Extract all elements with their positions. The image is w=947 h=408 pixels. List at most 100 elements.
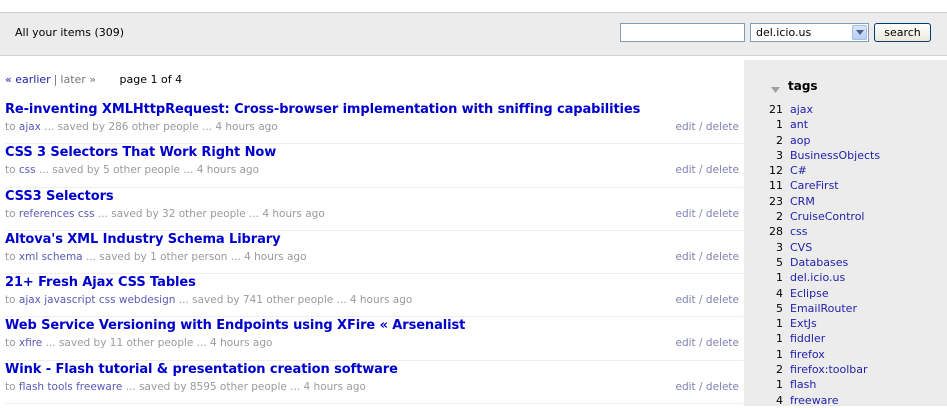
tag-count: 12 (769, 164, 783, 178)
tag-row: 5 Databases (744, 255, 947, 270)
edit-link[interactable]: edit (676, 381, 696, 393)
edit-link[interactable]: edit (676, 337, 696, 349)
delete-link[interactable]: delete (706, 164, 739, 176)
delete-link[interactable]: delete (706, 208, 739, 220)
item-actions: edit / delete (676, 164, 740, 176)
item-actions: edit / delete (676, 121, 740, 133)
tag-count: 2 (776, 133, 783, 147)
tag-row: 28 css (744, 224, 947, 239)
tag-count: 1 (776, 347, 783, 361)
delete-link[interactable]: delete (706, 251, 739, 263)
bookmark-tags[interactable]: ajax javascript css webdesign (19, 294, 176, 306)
tag-count: 1 (776, 378, 783, 392)
earlier-link[interactable]: « earlier (5, 73, 51, 86)
tag-row: 1 fiddler (744, 331, 947, 346)
bookmark-tags[interactable]: flash tools freeware (19, 381, 122, 393)
tag-link[interactable]: aop (790, 134, 810, 147)
items-count-label: All your items (309) (15, 26, 125, 39)
tag-link[interactable]: css (790, 225, 808, 238)
meta-to: to (5, 250, 16, 263)
tag-link[interactable]: BusinessObjects (790, 149, 880, 162)
tag-count: 5 (776, 301, 783, 315)
edit-link[interactable]: edit (676, 208, 696, 220)
bookmark-title-link[interactable]: Altova's XML Industry Schema Library (5, 232, 281, 247)
tags-heading: tags (788, 79, 818, 93)
delete-link[interactable]: delete (706, 294, 739, 306)
tag-row: 1 ant (744, 117, 947, 132)
tag-row: 1 flash (744, 377, 947, 392)
bookmark-title-link[interactable]: Re-inventing XMLHttpRequest: Cross-brows… (5, 102, 640, 117)
action-separator: / (699, 207, 703, 220)
item-actions: edit / delete (676, 251, 740, 263)
bookmark-title-link[interactable]: Wink - Flash tutorial & presentation cre… (5, 362, 398, 377)
bookmark-title-link[interactable]: CSS3 Selectors (5, 189, 114, 204)
tag-link[interactable]: EmailRouter (790, 302, 857, 315)
tag-row: 23 CRM (744, 194, 947, 209)
page-indicator: page 1 of 4 (119, 73, 183, 86)
item-actions: edit / delete (676, 337, 740, 349)
tag-count: 3 (776, 148, 783, 162)
action-separator: / (699, 337, 703, 350)
collapse-triangle-icon[interactable] (771, 84, 780, 97)
bookmark-tags[interactable]: references css (19, 208, 95, 220)
tag-link[interactable]: CVS (790, 241, 812, 254)
edit-link[interactable]: edit (676, 121, 696, 133)
list-item: CSS3 Selectors to references css ... sav… (5, 188, 743, 231)
tag-row: 3 BusinessObjects (744, 148, 947, 163)
edit-link[interactable]: edit (676, 294, 696, 306)
tag-link[interactable]: firefox (790, 348, 825, 361)
edit-link[interactable]: edit (676, 164, 696, 176)
list-item: Wink - Flash tutorial & presentation cre… (5, 361, 743, 405)
delete-link[interactable]: delete (706, 337, 739, 349)
item-actions: edit / delete (676, 208, 740, 220)
search-input[interactable] (620, 23, 745, 42)
bookmark-tags[interactable]: ajax (19, 121, 41, 133)
tag-count: 1 (776, 271, 783, 285)
meta-saved: ... saved by 1 other person ... 4 hours … (85, 250, 307, 263)
search-button[interactable]: search (874, 23, 931, 42)
tag-count: 3 (776, 240, 783, 254)
bookmark-tags[interactable]: css (19, 164, 36, 176)
tag-link[interactable]: CRM (790, 195, 815, 208)
bookmark-meta: to ajax javascript css webdesign ... sav… (5, 294, 412, 306)
tag-link[interactable]: fiddler (790, 332, 825, 345)
service-select[interactable]: del.icio.us (750, 23, 869, 42)
tag-count: 1 (776, 332, 783, 346)
action-separator: / (699, 380, 703, 393)
tag-link[interactable]: del.icio.us (790, 271, 845, 284)
meta-to: to (5, 207, 16, 220)
tag-link[interactable]: ExtJs (790, 317, 817, 330)
service-select-value: del.icio.us (756, 26, 812, 39)
delete-link[interactable]: delete (706, 121, 739, 133)
bookmark-meta: to references css ... saved by 32 other … (5, 208, 325, 220)
bookmark-title-link[interactable]: Web Service Versioning with Endpoints us… (5, 318, 465, 333)
tag-link[interactable]: CruiseControl (790, 210, 865, 223)
later-link[interactable]: later » (60, 73, 96, 86)
tag-link[interactable]: Eclipse (790, 287, 829, 300)
tag-row: 12 C# (744, 163, 947, 178)
tag-link[interactable]: ajax (790, 103, 813, 116)
meta-saved: ... saved by 8595 other people ... 4 hou… (125, 380, 366, 393)
tag-link[interactable]: firefox:toolbar (790, 363, 868, 376)
tag-row: 1 firefox (744, 347, 947, 362)
edit-link[interactable]: edit (676, 251, 696, 263)
tag-link[interactable]: Databases (790, 256, 848, 269)
tag-count: 21 (769, 103, 783, 116)
delete-link[interactable]: delete (706, 381, 739, 393)
tag-list: 21 ajax 1 ant 2 aop 3 BusinessObjects 12 C# 1… (744, 102, 947, 408)
tag-row: 5 EmailRouter (744, 301, 947, 316)
bookmark-title-link[interactable]: CSS 3 Selectors That Work Right Now (5, 145, 276, 160)
action-separator: / (699, 294, 703, 307)
tag-link[interactable]: ant (790, 118, 808, 131)
chevron-down-icon[interactable] (852, 25, 867, 40)
tag-link[interactable]: CareFirst (790, 179, 839, 192)
bookmark-title-link[interactable]: 21+ Fresh Ajax CSS Tables (5, 275, 196, 290)
tag-row: 3 CVS (744, 240, 947, 255)
bookmark-tags[interactable]: xml schema (19, 251, 83, 263)
bookmark-tags[interactable]: xfire (19, 337, 42, 349)
tag-link[interactable]: flash (790, 378, 816, 391)
tag-link[interactable]: freeware (790, 394, 838, 407)
action-separator: / (699, 164, 703, 177)
tag-link[interactable]: C# (790, 164, 807, 177)
tag-row: 2 aop (744, 133, 947, 148)
